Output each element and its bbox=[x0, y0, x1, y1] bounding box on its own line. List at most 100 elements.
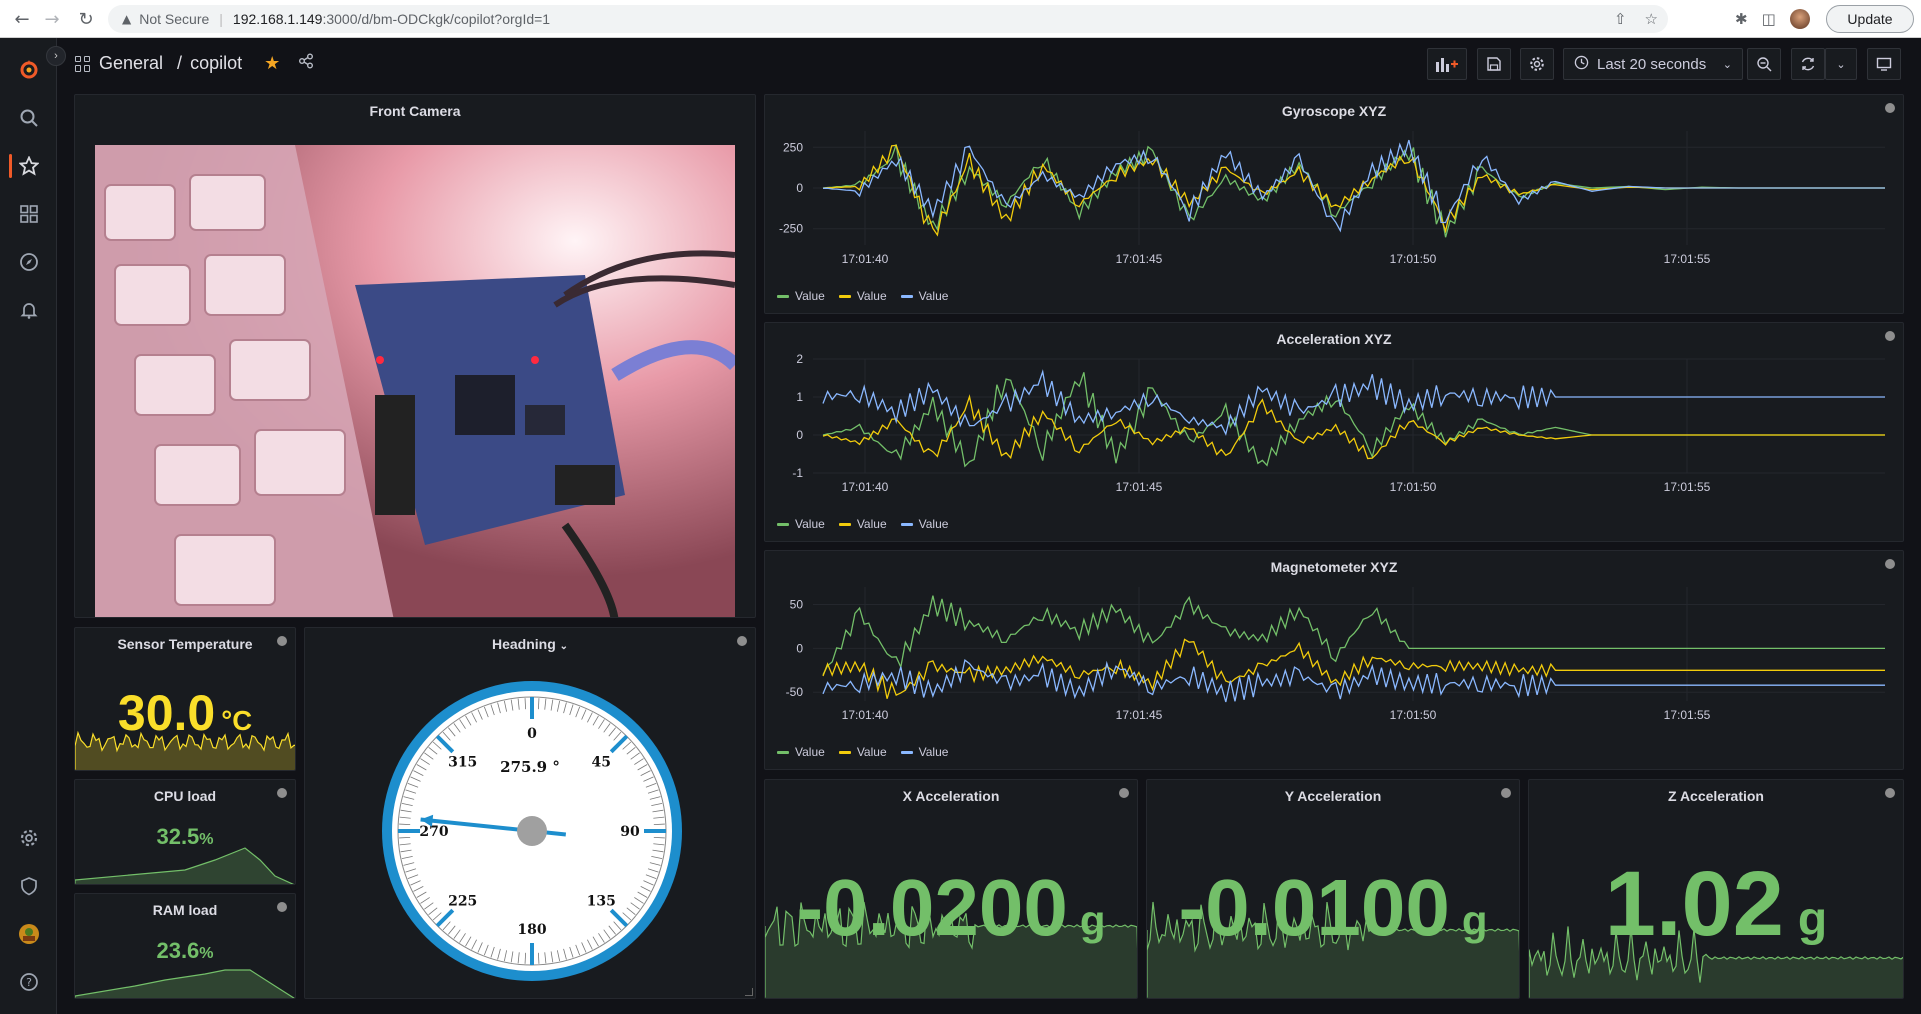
favorite-star-icon[interactable]: ★ bbox=[264, 53, 280, 74]
acceleration-panel[interactable]: Acceleration XYZ 2 1 0 -1 17:01:40 17:01:45 17… bbox=[764, 322, 1904, 542]
search-icon[interactable] bbox=[17, 106, 41, 130]
legend-label: Value bbox=[918, 289, 949, 303]
grafana-logo-icon[interactable] bbox=[17, 58, 41, 82]
panel-title: Headning ⌄ bbox=[491, 636, 569, 652]
legend-swatch bbox=[838, 294, 851, 298]
legend-swatch bbox=[900, 750, 913, 754]
explore-icon[interactable] bbox=[17, 250, 41, 274]
svg-text:?: ? bbox=[26, 976, 32, 989]
puzzle-extensions-icon[interactable]: ✱ bbox=[1735, 10, 1748, 28]
dashboard-topnav: General / copilot ★ Last 20 seconds ⌄ ⌄ bbox=[57, 38, 1921, 92]
address-bar[interactable]: ▲ Not Secure | 192.168.1.149 :3000/d/bm-… bbox=[108, 5, 1668, 33]
refresh-interval-dropdown[interactable]: ⌄ bbox=[1825, 48, 1857, 80]
legend-item[interactable]: Value bbox=[838, 289, 887, 303]
front-camera-panel[interactable]: Front Camera bbox=[74, 94, 756, 618]
legend-item[interactable]: Value bbox=[777, 517, 825, 531]
panel-status-dot bbox=[1501, 788, 1511, 798]
legend-item[interactable]: Value bbox=[900, 745, 948, 759]
cpu-load-value: 32.5% bbox=[156, 824, 214, 849]
x-tick-label: 17:01:40 bbox=[842, 480, 889, 494]
breadcrumb-folder[interactable]: General bbox=[99, 53, 163, 74]
panel-title: Front Camera bbox=[369, 103, 461, 119]
x-tick-label: 17:01:45 bbox=[1116, 708, 1163, 722]
help-icon[interactable]: ? bbox=[17, 970, 41, 994]
share-page-icon[interactable]: ⇧ bbox=[1614, 10, 1627, 28]
url-separator: | bbox=[219, 11, 223, 27]
acceleration-chart[interactable]: 2 1 0 -1 17:01:40 17:01:45 17:01:50 17:01:55 bbox=[765, 323, 1904, 542]
sensor-temperature-panel[interactable]: Sensor Temperature 30.0 °C bbox=[74, 627, 296, 771]
dashboard-settings-button[interactable] bbox=[1520, 48, 1554, 80]
user-avatar-icon[interactable] bbox=[17, 922, 41, 946]
x-tick-label: 17:01:50 bbox=[1390, 480, 1437, 494]
star-icon[interactable] bbox=[17, 154, 41, 178]
gear-icon[interactable] bbox=[17, 826, 41, 850]
breadcrumb: General / copilot ★ bbox=[75, 53, 314, 74]
legend-item[interactable]: Value bbox=[838, 745, 887, 759]
legend-item[interactable]: Value bbox=[777, 745, 825, 759]
add-panel-button[interactable] bbox=[1427, 48, 1467, 80]
breadcrumb-separator: / bbox=[177, 53, 183, 73]
reload-icon[interactable]: ↻ bbox=[72, 5, 100, 33]
y-acceleration-panel[interactable]: Y Acceleration -0.0100 g bbox=[1146, 779, 1520, 999]
legend-item[interactable]: Value bbox=[838, 517, 887, 531]
x-tick-label: 17:01:45 bbox=[1116, 480, 1163, 494]
magnetometer-panel[interactable]: Magnetometer XYZ 50 0 -50 17:01:40 17:01:45 1… bbox=[764, 550, 1904, 770]
cpu-load-panel[interactable]: CPU load 32.5% bbox=[74, 779, 296, 885]
share-dashboard-icon[interactable] bbox=[298, 53, 314, 74]
alerting-bell-icon[interactable] bbox=[17, 298, 41, 322]
ram-load-panel[interactable]: RAM load 23.6% bbox=[74, 893, 296, 999]
dashboards-icon[interactable] bbox=[17, 202, 41, 226]
time-picker-button[interactable]: Last 20 seconds ⌄ bbox=[1563, 48, 1743, 80]
active-indicator bbox=[9, 154, 12, 178]
magnetometer-chart[interactable]: 50 0 -50 17:01:40 17:01:45 17:01:50 17:01:55 bbox=[765, 551, 1904, 770]
x-acceleration-panel[interactable]: X Acceleration -0.0200 g bbox=[764, 779, 1138, 999]
shield-icon[interactable] bbox=[17, 874, 41, 898]
y-tick-label: 1 bbox=[796, 390, 803, 404]
chevron-down-icon: ⌄ bbox=[1836, 58, 1846, 71]
gyroscope-panel[interactable]: Gyroscope XYZ 250 0 -250 17:01:40 17:01:45 17… bbox=[764, 94, 1904, 314]
x-tick-label: 17:01:55 bbox=[1664, 480, 1711, 494]
expand-sidebar-button[interactable]: › bbox=[46, 46, 66, 66]
not-secure-label: Not Secure bbox=[139, 11, 210, 27]
panel-status-dot bbox=[277, 788, 287, 798]
chart-legend: Value Value Value bbox=[777, 745, 948, 759]
temperature-value: 30.0 °C bbox=[117, 685, 253, 741]
series-line bbox=[822, 394, 1885, 460]
panel-title: Y Acceleration bbox=[1284, 788, 1382, 804]
legend-item[interactable]: Value bbox=[900, 289, 949, 303]
gyroscope-chart[interactable]: 250 0 -250 17:01:40 17:01:45 17:01:50 17:01:55 bbox=[765, 95, 1904, 314]
legend-label: Value bbox=[918, 517, 949, 531]
refresh-button[interactable] bbox=[1791, 48, 1825, 80]
z-acceleration-panel[interactable]: Z Acceleration 1.02 g bbox=[1528, 779, 1904, 999]
gauge-label: 270 bbox=[419, 824, 448, 840]
y-tick-label: 250 bbox=[783, 140, 803, 154]
resize-handle-icon[interactable] bbox=[745, 988, 753, 996]
y-tick-label: -50 bbox=[786, 685, 804, 699]
legend-item[interactable]: Value bbox=[900, 517, 949, 531]
legend-label: Value bbox=[856, 289, 887, 303]
z-acceleration-value: 1.02 g bbox=[1604, 853, 1828, 955]
profile-avatar[interactable] bbox=[1789, 9, 1810, 29]
breadcrumb-dashboard[interactable]: copilot bbox=[190, 53, 242, 74]
update-button[interactable]: Update bbox=[1826, 5, 1914, 33]
tv-mode-button[interactable] bbox=[1867, 48, 1901, 80]
x-tick-label: 17:01:40 bbox=[842, 708, 889, 722]
legend-label: Value bbox=[795, 745, 825, 759]
forward-arrow-icon[interactable]: → bbox=[38, 5, 66, 33]
back-arrow-icon[interactable]: ← bbox=[8, 5, 36, 33]
legend-swatch bbox=[838, 750, 851, 754]
legend-swatch bbox=[900, 522, 913, 526]
y-acceleration-value: -0.0100 g bbox=[1178, 863, 1488, 952]
panel-status-dot bbox=[1119, 788, 1129, 798]
panel-title: Z Acceleration bbox=[1668, 788, 1764, 804]
save-dashboard-button[interactable] bbox=[1477, 48, 1511, 80]
legend-swatch bbox=[838, 522, 851, 526]
zoom-out-button[interactable] bbox=[1747, 48, 1781, 80]
chevron-down-icon[interactable]: ⌄ bbox=[560, 641, 568, 652]
panel-status-dot bbox=[737, 636, 747, 646]
side-panel-icon[interactable]: ◫ bbox=[1762, 10, 1776, 28]
legend-item[interactable]: Value bbox=[777, 289, 825, 303]
heading-panel[interactable]: Headning ⌄ 0 45 90 135 180 225 270 315 275.9 ° bbox=[304, 627, 756, 999]
bookmark-star-icon[interactable]: ☆ bbox=[1645, 10, 1658, 28]
panel-title: X Acceleration bbox=[902, 788, 1000, 804]
